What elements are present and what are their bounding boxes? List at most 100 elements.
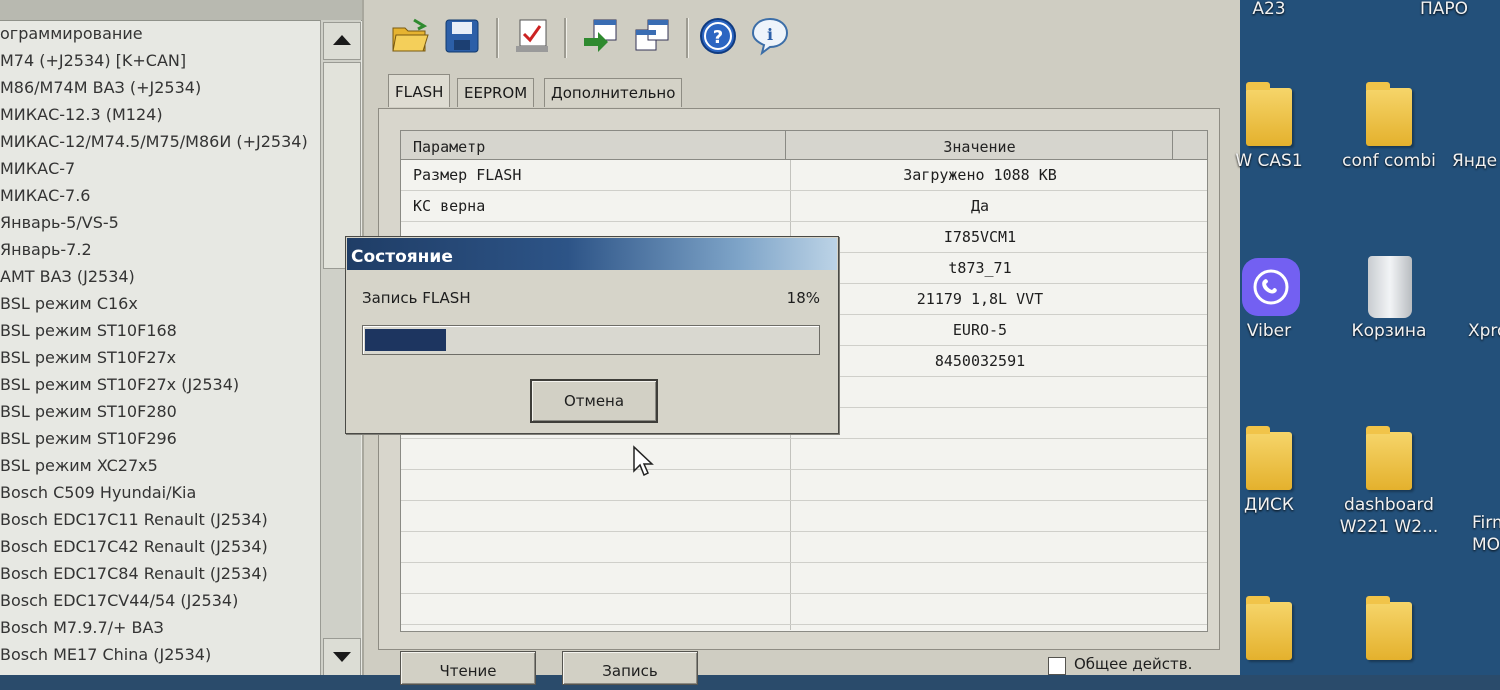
tab-flash[interactable]: FLASH <box>388 74 451 107</box>
common-action-checkbox[interactable] <box>1048 657 1066 675</box>
list-item[interactable]: ограммирование <box>0 20 320 47</box>
list-item[interactable]: BSL режим ST10F296 <box>0 425 320 452</box>
cancel-button[interactable]: Отмена <box>530 379 658 423</box>
svg-text:?: ? <box>713 27 723 48</box>
help-icon[interactable]: ? <box>698 16 738 56</box>
desktop-icon-label: dashboard W221 W2... <box>1339 495 1439 537</box>
tab-additional[interactable]: Дополнительно <box>544 78 683 107</box>
cell-parameter <box>413 625 783 631</box>
desktop-icon-conf-combi[interactable]: conf combi <box>1334 82 1444 172</box>
list-item[interactable]: BSL режим XC27x5 <box>0 452 320 479</box>
list-item[interactable]: Bosch EDC17CV44/54 (J2534) <box>0 587 320 614</box>
list-item[interactable]: Январь-7.2 <box>0 236 320 263</box>
desktop-icon-wcas1[interactable]: W CAS1 <box>1214 82 1324 172</box>
cell-parameter: КС верна <box>413 197 486 215</box>
table-row[interactable] <box>401 501 1207 532</box>
list-item[interactable]: МИКАС-12.3 (M124) <box>0 101 320 128</box>
save-disk-icon[interactable] <box>442 16 482 56</box>
table-row[interactable] <box>401 532 1207 563</box>
desktop-icon-label: ПАРО <box>1420 0 1469 19</box>
list-item[interactable]: AMT ВАЗ (J2534) <box>0 263 320 290</box>
desktop-icon-xpro[interactable]: Xpro <box>1468 320 1500 342</box>
list-item[interactable]: Bosch M7.9.7/+ ВАЗ <box>0 614 320 641</box>
list-item[interactable]: МИКАС-12/M74.5/M75/M86И (+J2534) <box>0 128 320 155</box>
list-item[interactable]: BSL режим ST10F168 <box>0 317 320 344</box>
progress-percent: 18% <box>786 289 820 307</box>
toolbar-separator <box>686 18 689 58</box>
table-row[interactable] <box>401 439 1207 470</box>
toolbar-separator <box>496 18 499 58</box>
list-item[interactable]: Bosch ME17 China (J2534) <box>0 641 320 668</box>
folder-icon <box>1242 426 1296 494</box>
cell-parameter: Размер FLASH <box>413 166 522 184</box>
list-item[interactable]: Январь-5/VS-5 <box>0 209 320 236</box>
scroll-up-button[interactable] <box>323 22 361 60</box>
list-item[interactable]: M74 (+J2534) [K+CAN] <box>0 47 320 74</box>
list-item[interactable]: Bosch C509 Hyundai/Kia <box>0 479 320 506</box>
desktop-icon-folder[interactable] <box>1334 596 1444 664</box>
cell-value: EURO-5 <box>952 321 1008 339</box>
desktop-icon-a23[interactable]: A23 <box>1214 0 1324 20</box>
list-item[interactable]: BSL режим ST10F280 <box>0 398 320 425</box>
status-dialog: Состояние Запись FLASH 18% Отмена <box>345 236 839 434</box>
table-row[interactable] <box>401 470 1207 501</box>
arrow-up-icon <box>333 35 351 45</box>
scroll-down-button[interactable] <box>323 638 361 675</box>
list-item[interactable]: МИКАС-7.6 <box>0 182 320 209</box>
desktop-icon-folder[interactable] <box>1214 596 1324 664</box>
desktop-icon-label: Viber <box>1246 321 1292 341</box>
cell-parameter <box>413 563 783 593</box>
arrow-down-icon <box>333 652 351 662</box>
read-button[interactable]: Чтение <box>400 651 536 685</box>
table-row[interactable] <box>401 563 1207 594</box>
desktop-icon-disk[interactable]: ДИСК <box>1214 426 1324 516</box>
table-row[interactable]: Размер FLASH Загружено 1088 KB <box>401 160 1207 191</box>
list-item[interactable]: Bosch EDC17C84 Renault (J2534) <box>0 560 320 587</box>
list-item[interactable]: M86/M74M ВАЗ (+J2534) <box>0 74 320 101</box>
desktop-icon-recycle-bin[interactable]: Корзина <box>1334 254 1444 342</box>
desktop-icon-dashboard[interactable]: dashboard W221 W2... <box>1334 426 1444 538</box>
desktop-icon-label: Янде <box>1452 151 1498 171</box>
list-item[interactable]: BSL режим ST10F27x <box>0 344 320 371</box>
import-window-icon[interactable] <box>580 16 620 56</box>
dialog-message: Запись FLASH <box>362 289 471 307</box>
list-item[interactable]: Bosch EDC17C11 Renault (J2534) <box>0 506 320 533</box>
list-item[interactable]: BSL режим C16x <box>0 290 320 317</box>
table-header: Параметр Значение <box>401 131 1207 160</box>
open-folder-icon[interactable] <box>390 16 430 56</box>
desktop-icon-yandex[interactable]: Янде <box>1452 150 1500 172</box>
column-header-parameter[interactable]: Параметр <box>401 131 786 159</box>
svg-text:i: i <box>767 25 773 44</box>
progress-bar <box>362 325 820 355</box>
cell-parameter <box>413 532 783 562</box>
export-window-icon[interactable] <box>632 16 672 56</box>
folder-icon <box>1242 82 1296 150</box>
list-item[interactable]: МИКАС-7 <box>0 155 320 182</box>
tab-eeprom[interactable]: EEPROM <box>457 78 535 107</box>
toolbar: ? i <box>374 12 1234 64</box>
dialog-title-bar[interactable]: Состояние <box>347 238 837 270</box>
column-header-value[interactable]: Значение <box>787 131 1173 159</box>
folder-icon <box>1242 596 1296 664</box>
table-row[interactable] <box>401 594 1207 625</box>
cell-parameter <box>413 470 783 500</box>
recycle-bin-icon <box>1362 254 1416 320</box>
desktop-icon-firm[interactable]: Firm MO <box>1472 512 1500 556</box>
info-icon[interactable]: i <box>750 16 790 56</box>
folder-icon <box>1362 82 1416 150</box>
table-row[interactable] <box>401 625 1207 631</box>
table-row[interactable]: КС верна Да <box>401 191 1207 222</box>
write-button[interactable]: Запись <box>562 651 698 685</box>
desktop-icon-viber[interactable]: Viber <box>1214 254 1324 342</box>
cell-parameter <box>413 439 783 469</box>
cell-value <box>787 532 1173 562</box>
cell-value: 21179 1,8L VVT <box>916 290 1044 308</box>
cell-value: 8450032591 <box>934 352 1026 370</box>
checklist-icon[interactable] <box>512 16 552 56</box>
desktop-icon-label: Firm MO <box>1472 513 1500 555</box>
list-item[interactable]: Bosch EDC17C42 Renault (J2534) <box>0 533 320 560</box>
desktop-icon-paro[interactable]: ПАРО <box>1392 0 1500 20</box>
desktop-icon-label: ДИСК <box>1244 495 1294 515</box>
list-item[interactable]: BSL режим ST10F27x (J2534) <box>0 371 320 398</box>
folder-icon <box>1362 596 1416 664</box>
